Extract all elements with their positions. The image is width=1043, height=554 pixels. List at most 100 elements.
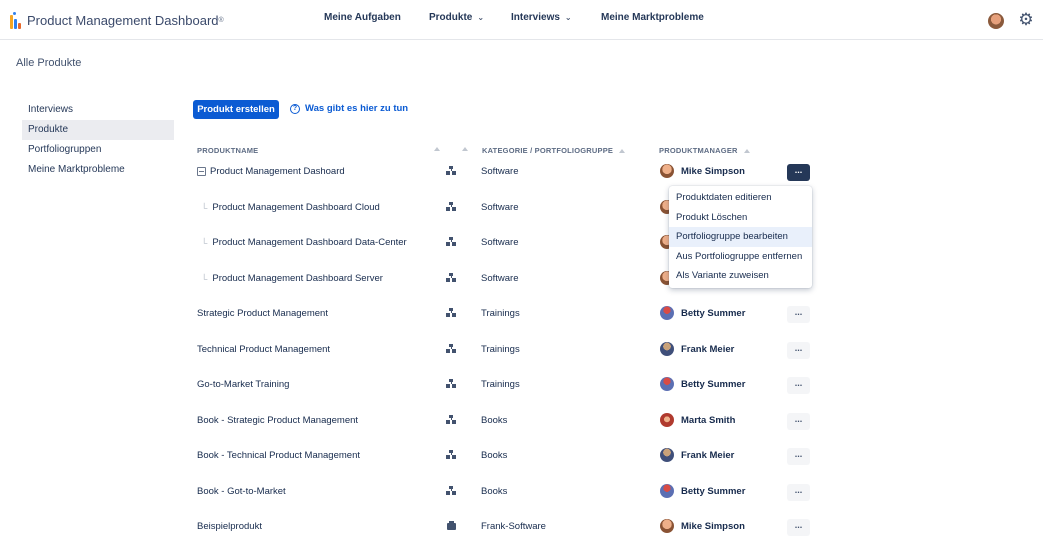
- menu-item-assign-as-variant[interactable]: Als Variante zuweisen: [669, 266, 812, 286]
- product-name: Book - Technical Product Management: [197, 450, 360, 461]
- sidebar-item-interviews[interactable]: Interviews: [22, 100, 174, 120]
- table-row[interactable]: Strategic Product Management Trainings Bet…: [190, 302, 830, 326]
- sort-asc-icon[interactable]: [462, 147, 468, 151]
- product-name-cell[interactable]: Book - Got-to-Market: [197, 486, 286, 497]
- avatar: [660, 484, 674, 498]
- category-cell: Trainings: [481, 379, 520, 390]
- avatar: [660, 519, 674, 533]
- product-name: Strategic Product Management: [197, 308, 328, 319]
- product-name-cell[interactable]: Strategic Product Management: [197, 308, 328, 319]
- product-manager-cell: Frank Meier: [681, 344, 735, 355]
- row-actions-button[interactable]: ...: [787, 484, 810, 501]
- column-header-category[interactable]: KATEGORIE / PORTFOLIOGRUPPE: [482, 146, 626, 155]
- product-name-cell[interactable]: └ Product Management Dashboard Server: [197, 273, 383, 284]
- product-name-cell[interactable]: Go-to-Market Training: [197, 379, 289, 390]
- gear-icon[interactable]: ⚙: [1017, 11, 1035, 29]
- help-link-label: Was gibt es hier zu tun: [305, 103, 409, 114]
- tree-branch-icon: └: [201, 273, 208, 284]
- table-row[interactable]: Book - Strategic Product Management Books…: [190, 409, 830, 433]
- sort-asc-icon[interactable]: [434, 147, 440, 151]
- row-actions-menu: Produktdaten editieren Produkt Löschen P…: [669, 186, 812, 288]
- sidebar-item-portfoliogruppen[interactable]: Portfoliogruppen: [22, 140, 174, 160]
- product-manager-cell: Marta Smith: [681, 415, 736, 426]
- product-manager-cell: Betty Summer: [681, 379, 746, 390]
- row-actions-button[interactable]: ...: [787, 306, 810, 323]
- nav-label: Interviews: [511, 12, 560, 23]
- menu-item-edit-portfolio-group[interactable]: Portfoliogruppe bearbeiten: [669, 227, 812, 247]
- sitemap-icon: [446, 202, 456, 212]
- product-name-cell[interactable]: Technical Product Management: [197, 344, 330, 355]
- product-name-cell[interactable]: Product Management Dashoard: [197, 166, 345, 177]
- product-name: Product Management Dashboard Data-Center: [212, 237, 407, 248]
- page-title: Alle Produkte: [16, 57, 82, 69]
- nav-produkte[interactable]: Produkte ⌄: [429, 12, 484, 23]
- sitemap-icon: [446, 486, 456, 496]
- sort-asc-icon: [743, 148, 750, 153]
- help-link[interactable]: ? Was gibt es hier zu tun: [290, 103, 408, 114]
- create-product-button[interactable]: Produkt erstellen: [193, 100, 279, 119]
- sitemap-icon: [446, 308, 456, 318]
- sidebar-item-produkte[interactable]: Produkte: [22, 120, 174, 140]
- product-name-cell[interactable]: Beispielprodukt: [197, 521, 262, 532]
- row-actions-button[interactable]: ...: [787, 164, 810, 181]
- avatar: [660, 377, 674, 391]
- category-cell: Books: [481, 415, 508, 426]
- table-row[interactable]: Beispielprodukt Frank-Software Mike Simpso…: [190, 515, 830, 539]
- help-circle-icon: ?: [290, 103, 300, 114]
- chevron-down-icon: ⌄: [564, 13, 572, 22]
- product-manager-cell: Mike Simpson: [681, 521, 745, 532]
- product-name: Book - Got-to-Market: [197, 486, 286, 497]
- category-cell: Software: [481, 273, 519, 284]
- avatar: [660, 306, 674, 320]
- app-title: Product Management Dashboard: [27, 12, 219, 28]
- sitemap-icon: [446, 166, 456, 176]
- menu-item-delete-product[interactable]: Produkt Löschen: [669, 208, 812, 228]
- category-cell: Software: [481, 237, 519, 248]
- collapse-icon[interactable]: [197, 167, 206, 176]
- sidebar-item-marktprobleme[interactable]: Meine Marktprobleme: [22, 160, 174, 180]
- registered-mark: ®: [218, 16, 224, 24]
- row-actions-button[interactable]: ...: [787, 342, 810, 359]
- sitemap-icon: [446, 415, 456, 425]
- product-name: Technical Product Management: [197, 344, 331, 355]
- row-actions-button[interactable]: ...: [787, 413, 810, 430]
- product-name: Product Management Dashoard: [210, 166, 345, 177]
- row-actions-button[interactable]: ...: [787, 377, 810, 394]
- product-name: Product Management Dashboard Server: [212, 273, 383, 284]
- tree-branch-icon: └: [201, 202, 208, 213]
- table-row[interactable]: Product Management Dashoard Software Mike …: [190, 160, 830, 184]
- product-manager-cell: Betty Summer: [681, 308, 746, 319]
- product-name: Book - Strategic Product Management: [197, 415, 359, 426]
- product-manager-cell: Mike Simpson: [681, 166, 745, 177]
- nav-meine-aufgaben[interactable]: Meine Aufgaben: [324, 12, 401, 23]
- table-row[interactable]: Book - Technical Product Management Books…: [190, 444, 830, 468]
- avatar: [660, 164, 674, 178]
- column-header-name[interactable]: PRODUKTNAME: [197, 146, 258, 155]
- category-cell: Software: [481, 202, 519, 213]
- sitemap-icon: [446, 379, 456, 389]
- portfolio-box-icon: [446, 521, 456, 531]
- product-name-cell[interactable]: └ Product Management Dashboard Cloud: [197, 202, 380, 213]
- chevron-down-icon: ⌄: [477, 13, 485, 22]
- sitemap-icon: [446, 450, 456, 460]
- product-name: Go-to-Market Training: [197, 379, 290, 390]
- row-actions-button[interactable]: ...: [787, 519, 810, 536]
- app-logo[interactable]: Product Management Dashboard ®: [10, 10, 224, 30]
- table-row[interactable]: Technical Product Management Trainings Fra…: [190, 338, 830, 362]
- avatar: [660, 413, 674, 427]
- menu-item-edit-product[interactable]: Produktdaten editieren: [669, 188, 812, 208]
- table-row[interactable]: Go-to-Market Training Trainings Betty Summ…: [190, 373, 830, 397]
- nav-interviews[interactable]: Interviews ⌄: [511, 12, 572, 23]
- nav-label: Meine Aufgaben: [324, 12, 401, 23]
- row-actions-button[interactable]: ...: [787, 448, 810, 465]
- product-name-cell[interactable]: Book - Technical Product Management: [197, 450, 360, 461]
- sitemap-icon: [446, 237, 456, 247]
- column-header-manager[interactable]: PRODUKTMANAGER: [659, 146, 750, 155]
- user-avatar[interactable]: [988, 13, 1004, 29]
- table-row[interactable]: Book - Got-to-Market Books Betty Summer...: [190, 480, 830, 504]
- nav-meine-marktprobleme[interactable]: Meine Marktprobleme: [601, 12, 704, 23]
- nav-label: Produkte: [429, 12, 473, 23]
- product-name-cell[interactable]: └ Product Management Dashboard Data-Cente…: [197, 237, 407, 248]
- product-name-cell[interactable]: Book - Strategic Product Management: [197, 415, 358, 426]
- menu-item-remove-from-portfolio[interactable]: Aus Portfoliogruppe entfernen: [669, 247, 812, 267]
